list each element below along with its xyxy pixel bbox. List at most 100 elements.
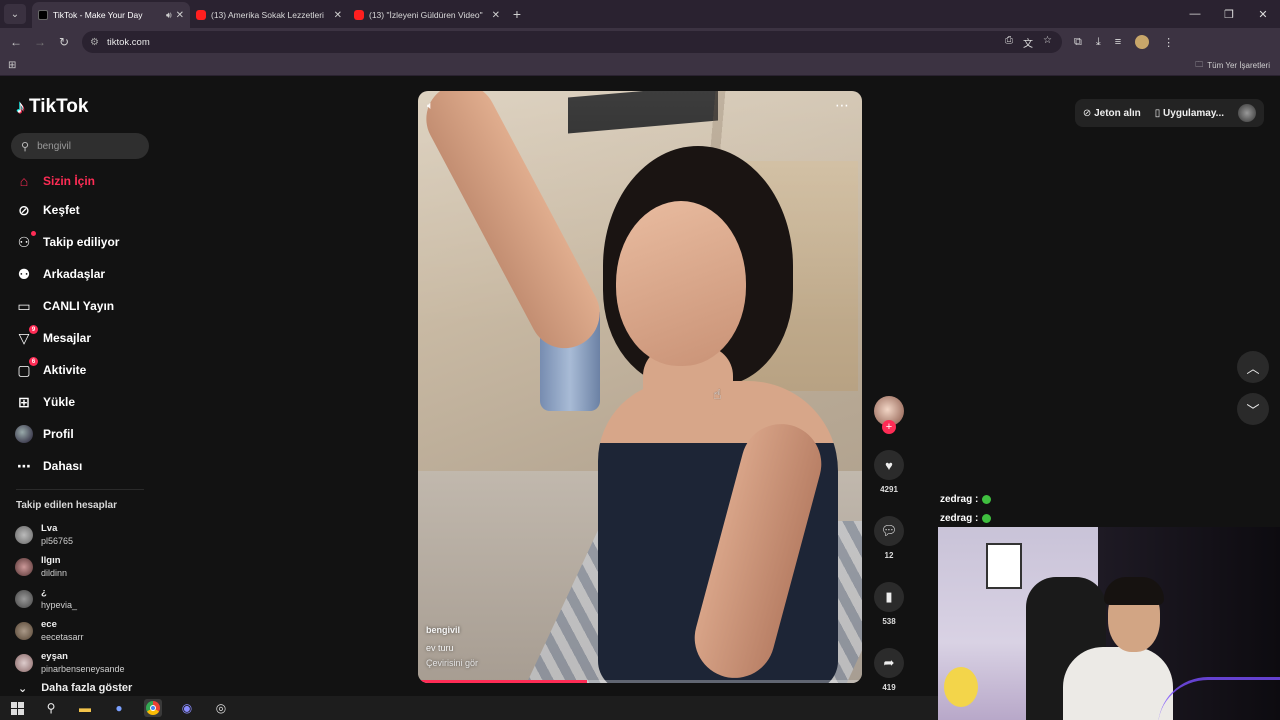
- apps-grid-icon[interactable]: ⊞: [8, 60, 16, 71]
- video-progress-bar[interactable]: [418, 680, 862, 683]
- following-item[interactable]: Lva pl56765: [15, 519, 125, 551]
- notification-dot: [31, 231, 36, 236]
- close-tab-icon[interactable]: ✕: [334, 10, 342, 21]
- close-tab-icon[interactable]: ✕: [492, 10, 500, 21]
- video-progress-fill: [418, 680, 587, 683]
- browser-tab-tiktok[interactable]: TikTok - Make Your Day 🔊︎ ✕: [32, 2, 190, 28]
- show-more-button[interactable]: ⌄ Daha fazla göster: [18, 682, 132, 695]
- chrome-icon[interactable]: [144, 699, 162, 717]
- tab-search-button[interactable]: ⌄: [4, 4, 26, 24]
- restore-icon[interactable]: ❐: [1212, 0, 1246, 28]
- chevron-up-icon: ︿: [1246, 360, 1260, 376]
- see-translation-link[interactable]: Çevirisini gör: [426, 658, 478, 668]
- get-app-button[interactable]: Uygulamay...: [1155, 108, 1224, 119]
- following-item[interactable]: ¿ hypevia_: [15, 583, 125, 615]
- creator-avatar[interactable]: +: [874, 396, 904, 434]
- app-icon[interactable]: ●: [110, 699, 128, 717]
- poster-image: [986, 543, 1022, 589]
- comment-icon: 💬︎: [880, 523, 898, 538]
- get-coins-button[interactable]: Jeton alın: [1083, 108, 1141, 119]
- windows-taskbar: ⚲ ▬ ● ◉ ◎: [0, 696, 938, 720]
- share-count: 419: [882, 683, 896, 692]
- audio-playing-icon[interactable]: 🔊︎: [166, 10, 172, 21]
- back-icon[interactable]: ←: [4, 35, 28, 49]
- stream-chat: zedrag : zedrag :: [940, 490, 992, 528]
- new-tab-button[interactable]: +: [506, 6, 528, 22]
- url-bar[interactable]: ⚙ tiktok.com ⎙ 文 ☆: [82, 31, 1062, 53]
- window-controls: — ❐ ✕: [1178, 0, 1280, 28]
- comment-button[interactable]: 💬︎: [874, 516, 904, 546]
- chrome-menu-icon[interactable]: ⋮: [1163, 36, 1174, 49]
- follow-plus-icon[interactable]: +: [882, 420, 896, 434]
- nav-profile[interactable]: Profil: [14, 418, 119, 450]
- activity-icon: ▢ 6: [14, 357, 38, 379]
- close-window-icon[interactable]: ✕: [1246, 0, 1280, 28]
- comment-count: 12: [884, 551, 894, 560]
- previous-video-button[interactable]: ︿: [1237, 351, 1269, 383]
- divider: [16, 489, 144, 490]
- obs-icon[interactable]: ◎: [212, 699, 230, 717]
- user-avatar[interactable]: [1238, 104, 1256, 122]
- reload-icon[interactable]: ↻: [52, 35, 76, 49]
- more-options-icon[interactable]: ⋯: [835, 97, 850, 114]
- tiktok-favicon-icon: [38, 10, 48, 20]
- download-icon[interactable]: ⤓: [1096, 36, 1101, 49]
- browser-tab-youtube-1[interactable]: (13) Amerika Sokak Lezzetleri ✕: [190, 2, 348, 28]
- bookmark-star-icon[interactable]: ☆: [1043, 35, 1052, 50]
- nav-live[interactable]: ▭ CANLI Yayın: [14, 290, 119, 322]
- following-item[interactable]: eyşan pinarbenseneysande: [15, 647, 125, 679]
- bookmark-button[interactable]: ▮: [874, 582, 904, 612]
- header-actions: Jeton alın Uygulamay...: [1074, 99, 1264, 127]
- browser-tab-youtube-2[interactable]: (13) "İzleyeni Güldüren Video" ✕: [348, 2, 506, 28]
- following-list: Lva pl56765 Ilgın dildinn ¿ hypevia_ ece…: [15, 519, 125, 679]
- cast-icon[interactable]: ⎙: [1005, 35, 1013, 50]
- video-username[interactable]: bengivil: [426, 623, 478, 638]
- friends-icon: ⚉: [17, 265, 31, 282]
- search-input[interactable]: ⚲ bengivil: [11, 133, 149, 159]
- volume-icon[interactable]: 🔈︎: [427, 100, 434, 113]
- webcam-overlay: [938, 527, 1280, 720]
- tiktok-logo[interactable]: ♪ TikTok: [16, 96, 88, 118]
- following-item[interactable]: ece eecetasarr: [15, 615, 125, 647]
- following-item[interactable]: Ilgın dildinn: [15, 551, 125, 583]
- address-toolbar: ← → ↻ ⚙ tiktok.com ⎙ 文 ☆ ⧉ ⤓ ≡ ⋮: [0, 28, 1280, 56]
- start-icon[interactable]: [8, 699, 26, 717]
- avatar: [15, 526, 33, 544]
- home-icon: ⌂: [19, 173, 29, 189]
- site-info-icon[interactable]: ⚙: [90, 37, 99, 48]
- search-icon[interactable]: ⚲: [42, 699, 60, 717]
- file-explorer-icon[interactable]: ▬: [76, 699, 94, 717]
- extensions-icon[interactable]: ⧉: [1074, 36, 1082, 49]
- like-button[interactable]: ♥: [874, 450, 904, 480]
- translate-icon[interactable]: 文: [1023, 35, 1033, 50]
- next-video-button[interactable]: ﹀: [1237, 393, 1269, 425]
- nav-upload[interactable]: ⊞ Yükle: [14, 386, 119, 418]
- nav-following[interactable]: ⚇ Takip ediliyor: [14, 226, 119, 258]
- media-control-icon[interactable]: ≡: [1115, 36, 1121, 48]
- close-tab-icon[interactable]: ✕: [176, 10, 184, 21]
- nav-messages[interactable]: ▽ 9 Mesajlar: [14, 322, 119, 354]
- nav-friends[interactable]: ⚉ Arkadaşlar: [14, 258, 119, 290]
- youtube-favicon-icon: [196, 10, 206, 20]
- video-player[interactable]: 🔈︎ ⋯ ☝ bengivil ev turu Çevirisini gör: [418, 91, 862, 683]
- nav-activity[interactable]: ▢ 6 Aktivite: [14, 354, 119, 386]
- chevron-down-icon: ﹀: [1246, 402, 1260, 418]
- minimize-icon[interactable]: —: [1178, 0, 1212, 28]
- upload-icon: ⊞: [18, 393, 30, 410]
- youtube-favicon-icon: [354, 10, 364, 20]
- video-caption: bengivil ev turu Çevirisini gör: [426, 623, 478, 671]
- nav-more[interactable]: ⋯ Dahası: [14, 450, 119, 482]
- discord-icon[interactable]: ◉: [178, 699, 196, 717]
- chat-message: zedrag :: [940, 490, 992, 509]
- all-bookmarks-button[interactable]: 🗀 Tüm Yer İşaretleri: [1195, 59, 1270, 73]
- chevron-down-icon: ⌄: [18, 683, 28, 695]
- more-icon: ⋯: [17, 457, 31, 474]
- profile-avatar[interactable]: [1135, 35, 1150, 49]
- share-button[interactable]: ➦: [874, 648, 904, 678]
- forward-icon[interactable]: →: [28, 35, 52, 49]
- nav-explore[interactable]: ⊘ Keşfet: [14, 194, 119, 226]
- sidebar-nav: ⌂ Sizin İçin ⊘ Keşfet ⚇ Takip ediliyor ⚉…: [14, 168, 119, 482]
- like-count: 4291: [880, 485, 898, 494]
- avatar: [15, 654, 33, 672]
- nav-for-you[interactable]: ⌂ Sizin İçin: [14, 168, 119, 194]
